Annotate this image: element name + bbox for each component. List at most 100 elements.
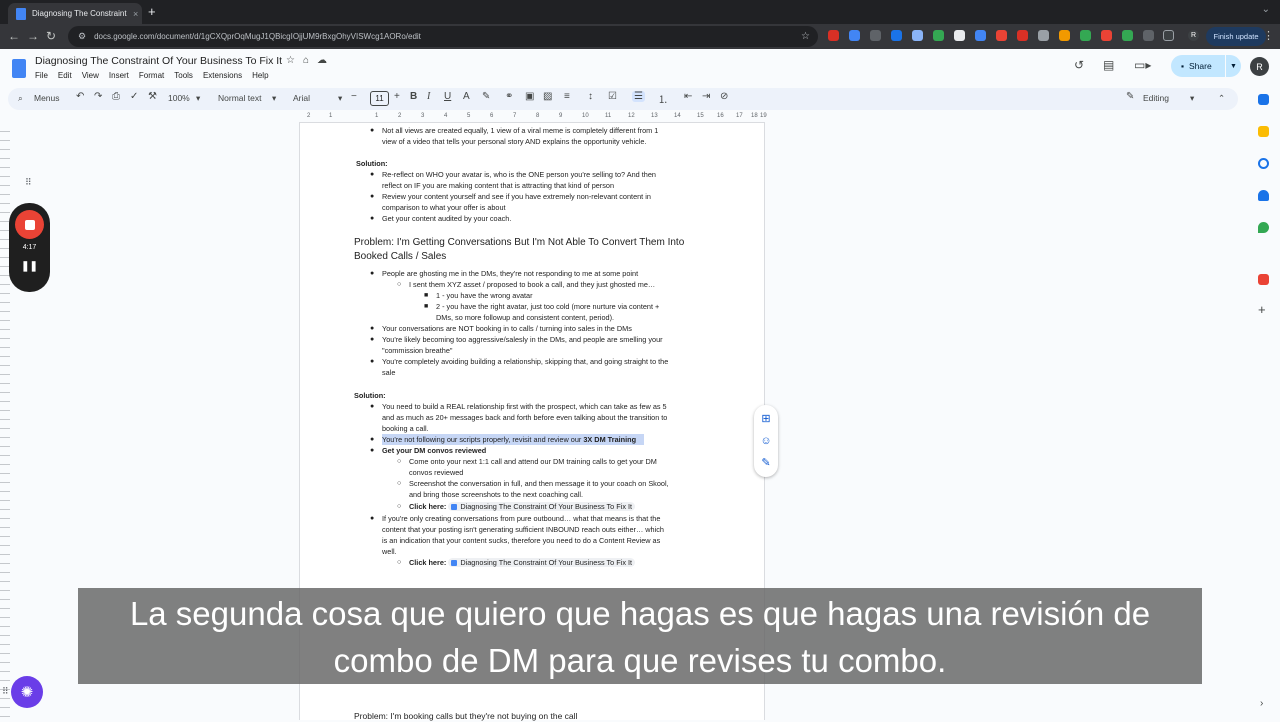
calendar-icon[interactable] <box>1258 94 1269 105</box>
account-avatar[interactable]: R <box>1250 57 1269 76</box>
comments-icon[interactable]: ▤ <box>1103 58 1114 72</box>
numbered-list-icon[interactable]: ⒈ <box>658 91 668 106</box>
share-button[interactable]: ▪ Share ▼ <box>1171 55 1241 77</box>
line-spacing-icon[interactable]: ↕ <box>588 91 593 102</box>
extension-icon[interactable] <box>828 30 839 41</box>
drag-handle-icon[interactable]: ⠿ <box>25 177 33 188</box>
chevron-down-icon[interactable]: ▾ <box>196 93 200 104</box>
profile-avatar[interactable]: R <box>1188 30 1199 41</box>
align-icon[interactable]: ≡ <box>564 91 570 102</box>
browser-menu-icon[interactable]: ⋮ <box>1263 29 1274 42</box>
chevron-down-icon[interactable]: ▾ <box>272 93 276 104</box>
doc-link-chip[interactable]: Diagnosing The Constraint Of Your Busine… <box>448 502 636 511</box>
increase-indent-icon[interactable]: ⇥ <box>702 91 710 102</box>
docs-logo-icon[interactable] <box>12 59 26 78</box>
menu-tools[interactable]: Tools <box>174 71 193 80</box>
star-icon[interactable]: ☆ <box>286 55 295 66</box>
extension-icon[interactable] <box>996 30 1007 41</box>
extension-icon[interactable] <box>849 30 860 41</box>
extension-icon[interactable] <box>1122 30 1133 41</box>
assistant-icon[interactable]: ✺ <box>11 676 43 708</box>
stop-record-button[interactable] <box>15 210 44 239</box>
contacts-icon[interactable] <box>1258 190 1269 201</box>
extension-icon[interactable] <box>975 30 986 41</box>
checklist-icon[interactable]: ☑ <box>608 91 617 102</box>
extension-icon[interactable] <box>891 30 902 41</box>
extensions-puzzle-icon[interactable] <box>1163 30 1174 41</box>
extension-icon[interactable] <box>933 30 944 41</box>
maps-icon[interactable] <box>1258 222 1269 233</box>
link-icon[interactable]: ⚭ <box>505 91 513 102</box>
menu-format[interactable]: Format <box>139 71 164 80</box>
document-title[interactable]: Diagnosing The Constraint Of Your Busine… <box>35 55 282 67</box>
meet-icon[interactable]: ▭▸ <box>1134 58 1151 72</box>
paint-format-icon[interactable]: ⚒ <box>148 91 157 102</box>
doc-link-chip[interactable]: Diagnosing The Constraint Of Your Busine… <box>448 558 636 567</box>
menu-edit[interactable]: Edit <box>58 71 72 80</box>
extension-icon[interactable] <box>912 30 923 41</box>
add-comment-icon[interactable]: ⊞ <box>760 413 772 425</box>
menu-insert[interactable]: Insert <box>109 71 129 80</box>
get-addons-icon[interactable]: + <box>1258 302 1266 317</box>
collapse-menus-icon[interactable]: ⌃ <box>1218 93 1225 104</box>
bookmark-star-icon[interactable]: ☆ <box>801 31 810 42</box>
extension-icon[interactable] <box>1059 30 1070 41</box>
selected-text[interactable]: You're not following our scripts properl… <box>382 434 645 445</box>
vertical-ruler[interactable] <box>0 123 10 720</box>
dm-training-link[interactable]: 3X DM Training <box>583 435 636 444</box>
tasks-icon[interactable] <box>1258 158 1269 169</box>
highlight-icon[interactable]: ✎ <box>482 91 490 102</box>
hide-panel-icon[interactable]: › <box>1260 698 1263 709</box>
address-bar[interactable]: ⚙ docs.google.com/document/d/1gCXQprOqMu… <box>68 26 818 47</box>
extension-icon[interactable] <box>1143 30 1154 41</box>
bulleted-list-icon[interactable]: ☰ <box>632 91 645 102</box>
font-select[interactable]: Arial <box>293 93 310 103</box>
redo-icon[interactable]: ↷ <box>94 91 102 102</box>
italic-button[interactable]: I <box>427 91 430 102</box>
search-icon[interactable]: ⌕ <box>18 93 23 104</box>
text-color-button[interactable]: A <box>463 91 470 102</box>
undo-icon[interactable]: ↶ <box>76 91 84 102</box>
version-history-icon[interactable]: ↺ <box>1074 58 1084 72</box>
print-icon[interactable]: ⎙ <box>112 91 120 102</box>
clear-formatting-icon[interactable]: ⊘ <box>720 91 728 102</box>
browser-tab[interactable]: Diagnosing The Constraint Of × <box>8 3 142 24</box>
extension-icon[interactable] <box>1101 30 1112 41</box>
back-icon[interactable]: ← <box>8 29 20 43</box>
extension-icon[interactable] <box>954 30 965 41</box>
font-size-input[interactable]: 11 <box>370 91 389 106</box>
drag-handle-icon[interactable]: ⠿ <box>2 686 9 697</box>
decrease-font-icon[interactable]: − <box>351 91 357 102</box>
finish-update-button[interactable]: Finish update <box>1206 27 1266 46</box>
share-dropdown-icon[interactable]: ▼ <box>1225 55 1241 77</box>
editing-mode-select[interactable]: Editing <box>1143 93 1169 103</box>
increase-font-icon[interactable]: + <box>394 91 400 102</box>
tab-close-icon[interactable]: × <box>133 9 138 19</box>
add-comment-icon[interactable]: ▣ <box>525 91 534 102</box>
style-select[interactable]: Normal text <box>218 93 261 103</box>
extension-icon[interactable] <box>870 30 881 41</box>
menu-view[interactable]: View <box>82 71 99 80</box>
menu-file[interactable]: File <box>35 71 48 80</box>
pause-button[interactable]: ❚❚ <box>9 261 50 272</box>
new-tab-button[interactable]: + <box>148 4 156 19</box>
menu-help[interactable]: Help <box>252 71 268 80</box>
suggest-edit-icon[interactable]: ✎ <box>760 457 772 469</box>
bold-button[interactable]: B <box>410 91 417 102</box>
chevron-down-icon[interactable]: ▾ <box>1190 93 1194 104</box>
menus-search[interactable]: Menus <box>34 93 60 103</box>
move-folder-icon[interactable]: ⌂ <box>303 55 309 66</box>
underline-button[interactable]: U <box>444 91 451 102</box>
spellcheck-icon[interactable]: ✓ <box>130 91 138 102</box>
reload-icon[interactable]: ↻ <box>46 29 56 43</box>
extension-icon[interactable] <box>1017 30 1028 41</box>
zoom-select[interactable]: 100% <box>168 93 190 103</box>
forward-icon[interactable]: → <box>27 29 39 43</box>
addon-icon[interactable] <box>1258 274 1269 285</box>
extension-icon[interactable] <box>1038 30 1049 41</box>
extension-icon[interactable] <box>1080 30 1091 41</box>
horizontal-ruler[interactable]: 2 1 1 2 3 4 5 6 7 8 9 10 11 12 13 14 15 … <box>299 113 767 123</box>
insert-image-icon[interactable]: ▨ <box>543 91 552 102</box>
menu-extensions[interactable]: Extensions <box>203 71 242 80</box>
chevron-down-icon[interactable]: ▾ <box>338 93 342 104</box>
